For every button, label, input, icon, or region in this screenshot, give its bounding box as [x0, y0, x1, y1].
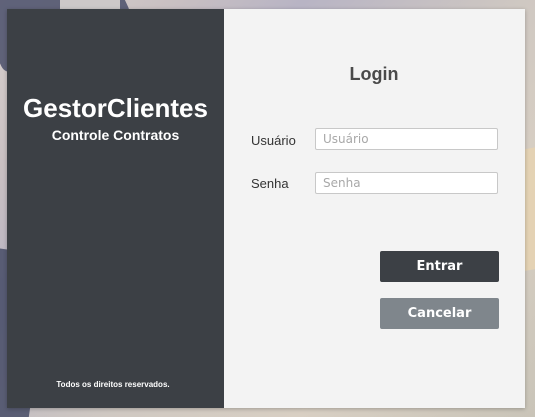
copyright-footer: Todos os direitos reservados. [56, 380, 170, 389]
login-window: GestorClientes Controle Contratos Todos … [7, 9, 525, 408]
password-input[interactable] [315, 172, 498, 194]
login-form-panel: Login Usuário Senha Entrar Cancelar [224, 9, 525, 408]
login-heading: Login [349, 64, 399, 84]
username-label: Usuário [251, 133, 296, 148]
password-label: Senha [251, 176, 289, 191]
username-input[interactable] [315, 128, 498, 150]
app-subtitle: Controle Contratos [51, 127, 180, 143]
cancel-button[interactable]: Cancelar [380, 298, 499, 329]
branding-panel: GestorClientes Controle Contratos Todos … [7, 9, 224, 408]
app-title: GestorClientes [23, 93, 208, 123]
login-button[interactable]: Entrar [380, 251, 499, 282]
